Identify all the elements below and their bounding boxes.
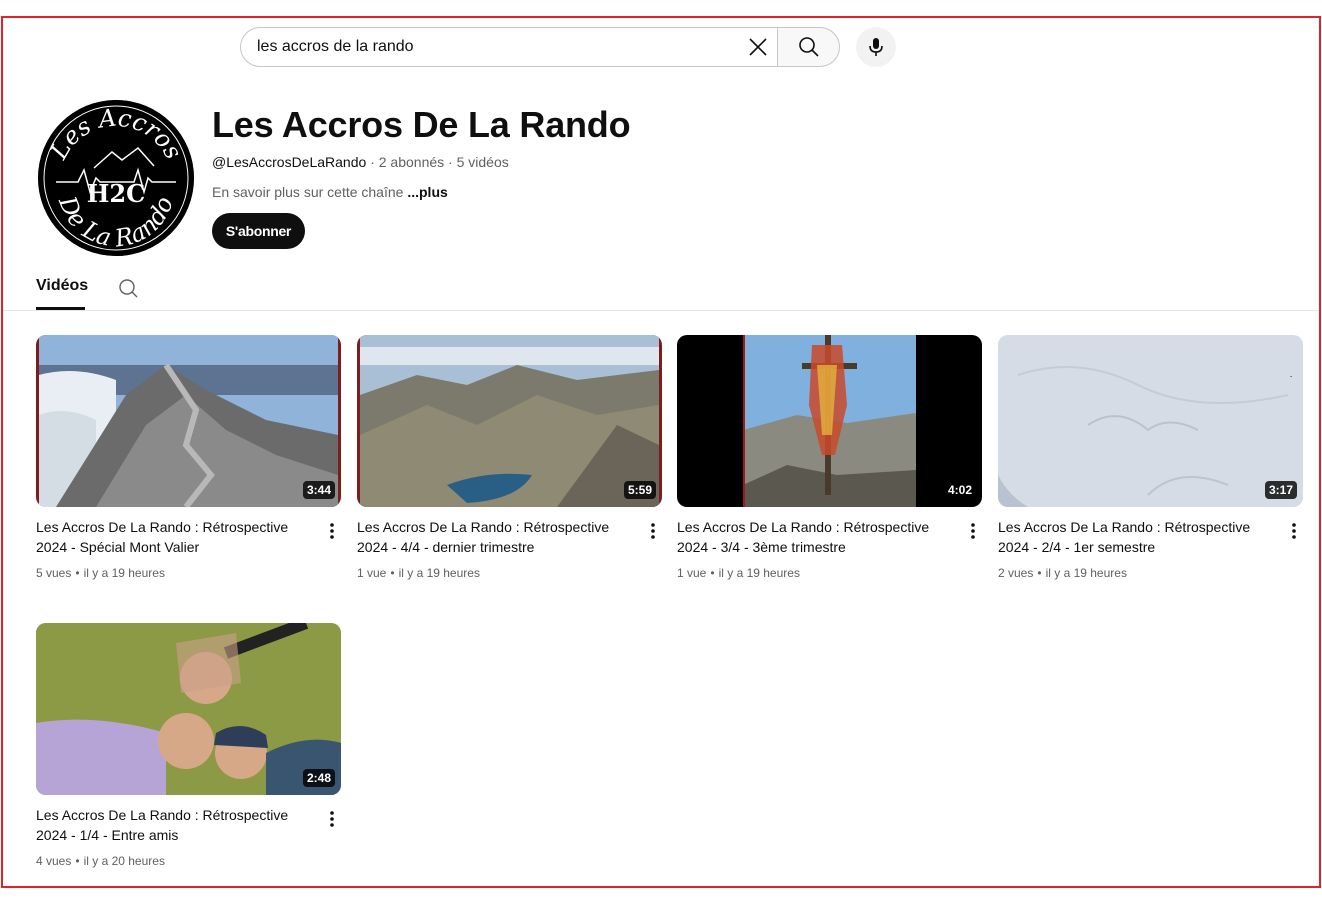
video-menu-button[interactable] xyxy=(1284,521,1304,541)
clear-search-button[interactable] xyxy=(738,28,778,66)
video-menu-button[interactable] xyxy=(643,521,663,541)
channel-about-link[interactable]: En savoir plus sur cette chaîne ...plus xyxy=(212,184,448,200)
channel-handle: @LesAccrosDeLaRando xyxy=(212,154,367,170)
video-stats: 1 vue • il y a 19 heures xyxy=(357,566,480,580)
video-card[interactable]: · 3:17 Les Accros De La Rando : Rétrospe… xyxy=(998,335,1303,580)
video-card[interactable]: 2:48 Les Accros De La Rando : Rétrospect… xyxy=(36,623,341,868)
video-duration: 4:02 xyxy=(943,481,976,499)
snow-field-thumbnail-image: · xyxy=(998,335,1303,507)
video-menu-button[interactable] xyxy=(322,809,342,829)
video-thumbnail[interactable]: 4:02 xyxy=(677,335,982,507)
svg-text:H2C: H2C xyxy=(87,179,145,208)
more-link[interactable]: ...plus xyxy=(407,184,447,200)
stats-separator: • xyxy=(710,566,715,580)
view-count: 2 vues xyxy=(998,566,1034,580)
video-thumbnail[interactable]: 5:59 xyxy=(357,335,662,507)
video-thumbnail[interactable]: 3:44 xyxy=(36,335,341,507)
view-count: 1 vue xyxy=(357,566,387,580)
meta-separator: · xyxy=(448,154,453,170)
search-input[interactable]: les accros de la rando xyxy=(240,27,778,67)
video-thumbnail[interactable]: · 3:17 xyxy=(998,335,1303,507)
video-count: 5 vidéos xyxy=(456,154,509,170)
more-vertical-icon xyxy=(330,811,334,827)
more-vertical-icon xyxy=(651,523,655,539)
video-menu-button[interactable] xyxy=(963,521,983,541)
tab-videos[interactable]: Vidéos xyxy=(36,277,88,295)
video-title[interactable]: Les Accros De La Rando : Rétrospective 2… xyxy=(36,805,306,845)
about-text: En savoir plus sur cette chaîne xyxy=(212,184,408,200)
view-count: 1 vue xyxy=(677,566,707,580)
voice-search-button[interactable] xyxy=(856,27,896,67)
mountain-peak-thumbnail-image xyxy=(36,335,341,507)
mountain-lake-thumbnail-image xyxy=(357,335,662,507)
video-title[interactable]: Les Accros De La Rando : Rétrospective 2… xyxy=(357,517,627,557)
channel-meta: @LesAccrosDeLaRando · 2 abonnés · 5 vidé… xyxy=(212,154,509,170)
video-title[interactable]: Les Accros De La Rando : Rétrospective 2… xyxy=(677,517,947,557)
search-button[interactable] xyxy=(777,27,840,67)
microphone-icon xyxy=(869,38,883,56)
subscribe-button[interactable]: S'abonner xyxy=(212,213,305,249)
svg-text:·: · xyxy=(1285,375,1295,378)
video-card[interactable]: 5:59 Les Accros De La Rando : Rétrospect… xyxy=(357,335,662,580)
upload-age: il y a 19 heures xyxy=(83,566,165,580)
close-icon xyxy=(749,38,767,56)
video-thumbnail[interactable]: 2:48 xyxy=(36,623,341,795)
upload-age: il y a 19 heures xyxy=(398,566,480,580)
channel-title: Les Accros De La Rando xyxy=(212,104,631,145)
channel-logo: Les Accros De La Rando H2C xyxy=(38,100,194,256)
video-duration: 5:59 xyxy=(623,481,656,499)
upload-age: il y a 19 heures xyxy=(718,566,800,580)
stats-separator: • xyxy=(75,566,80,580)
video-title[interactable]: Les Accros De La Rando : Rétrospective 2… xyxy=(998,517,1268,557)
search-query[interactable]: les accros de la rando xyxy=(241,38,738,56)
channel-avatar[interactable]: Les Accros De La Rando H2C xyxy=(38,100,194,256)
video-stats: 4 vues • il y a 20 heures xyxy=(36,854,165,868)
search-icon xyxy=(798,37,819,57)
friends-selfie-thumbnail-image xyxy=(36,623,341,795)
video-duration: 2:48 xyxy=(302,769,335,787)
view-count: 4 vues xyxy=(36,854,72,868)
video-card[interactable]: 3:44 Les Accros De La Rando : Rétrospect… xyxy=(36,335,341,580)
more-vertical-icon xyxy=(1292,523,1296,539)
stats-separator: • xyxy=(75,854,80,868)
tabs-divider xyxy=(3,310,1319,311)
stats-separator: • xyxy=(1037,566,1042,580)
stats-separator: • xyxy=(390,566,395,580)
video-stats: 1 vue • il y a 19 heures xyxy=(677,566,800,580)
video-duration: 3:44 xyxy=(302,481,335,499)
subscriber-count: 2 abonnés xyxy=(378,154,445,170)
channel-search-button[interactable] xyxy=(118,277,140,299)
video-menu-button[interactable] xyxy=(322,521,342,541)
search-icon xyxy=(119,279,138,298)
upload-age: il y a 19 heures xyxy=(1045,566,1127,580)
upload-age: il y a 20 heures xyxy=(83,854,165,868)
video-stats: 2 vues • il y a 19 heures xyxy=(998,566,1127,580)
more-vertical-icon xyxy=(971,523,975,539)
view-count: 5 vues xyxy=(36,566,72,580)
video-duration: 3:17 xyxy=(1264,481,1297,499)
video-card[interactable]: 4:02 Les Accros De La Rando : Rétrospect… xyxy=(677,335,982,580)
video-stats: 5 vues • il y a 19 heures xyxy=(36,566,165,580)
meta-separator: · xyxy=(370,154,375,170)
more-vertical-icon xyxy=(330,523,334,539)
summit-cross-thumbnail-image xyxy=(677,335,982,507)
video-title[interactable]: Les Accros De La Rando : Rétrospective 2… xyxy=(36,517,306,557)
